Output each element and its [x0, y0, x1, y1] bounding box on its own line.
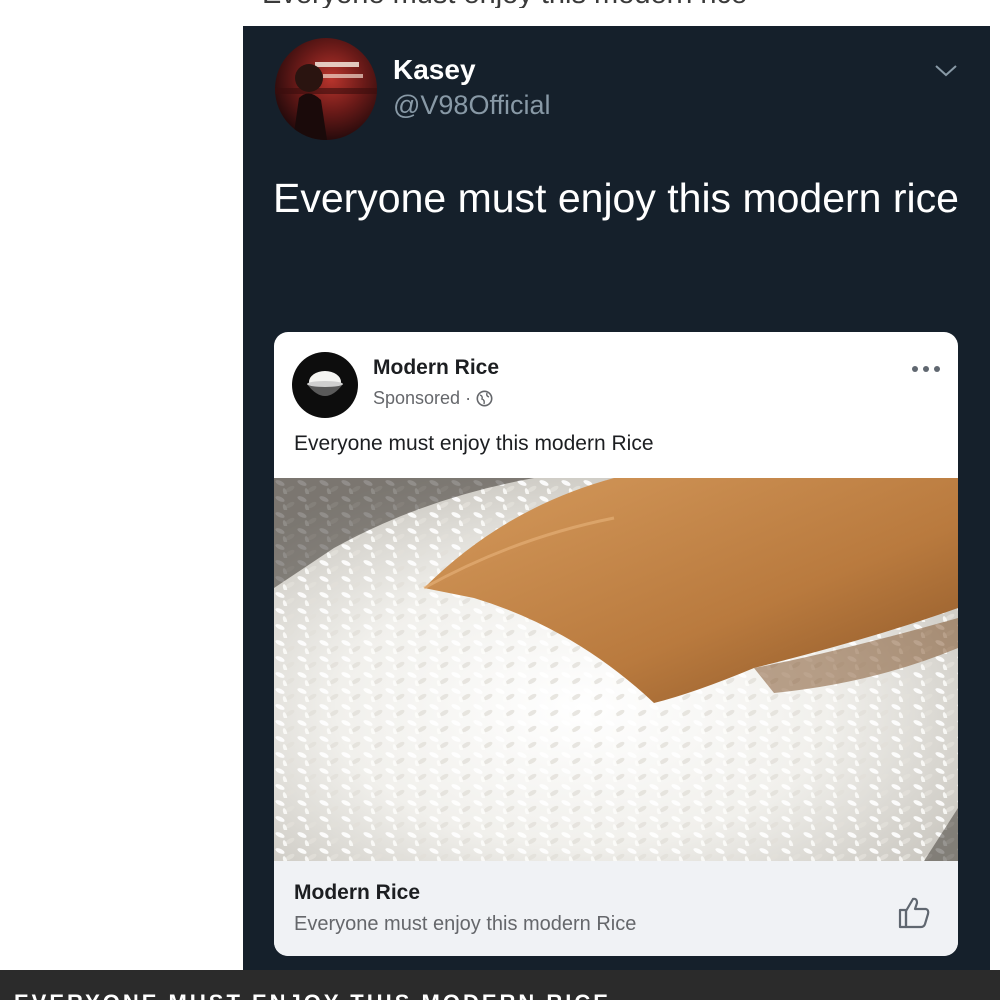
- page-name[interactable]: Modern Rice: [373, 356, 499, 380]
- tweet-text: Everyone must enjoy this modern rice: [273, 175, 959, 221]
- top-caption: Everyone must enjoy this modern rice: [262, 0, 822, 8]
- author-name[interactable]: Kasey: [393, 54, 476, 86]
- rice-photo[interactable]: [274, 478, 958, 861]
- ad-post-text: Everyone must enjoy this modern Rice: [294, 432, 654, 455]
- link-preview[interactable]: Modern Rice Everyone must enjoy this mod…: [274, 861, 958, 956]
- link-title[interactable]: Modern Rice: [294, 881, 420, 905]
- bottom-caption: EVERYONE MUST ENJOY THIS MODERN RICE: [14, 990, 611, 1000]
- chevron-down-icon[interactable]: [933, 60, 959, 80]
- link-description: Everyone must enjoy this modern Rice: [294, 913, 637, 935]
- like-icon[interactable]: [896, 895, 932, 931]
- sponsored-label: Sponsored: [373, 388, 461, 408]
- author-handle[interactable]: @V98Official: [393, 90, 550, 121]
- sponsored-row: Sponsored ·: [373, 388, 493, 409]
- globe-icon: [476, 390, 493, 407]
- tweet-card: Kasey @V98Official Everyone must enjoy t…: [243, 26, 990, 971]
- sponsored-post-card[interactable]: Modern Rice Sponsored · Everyone must en…: [274, 332, 958, 956]
- bottom-caption-bar: EVERYONE MUST ENJOY THIS MODERN RICE: [0, 970, 1000, 1000]
- separator-dot: ·: [465, 388, 472, 408]
- page-avatar[interactable]: [292, 352, 358, 418]
- avatar[interactable]: [275, 38, 377, 140]
- more-options-icon[interactable]: [910, 364, 942, 374]
